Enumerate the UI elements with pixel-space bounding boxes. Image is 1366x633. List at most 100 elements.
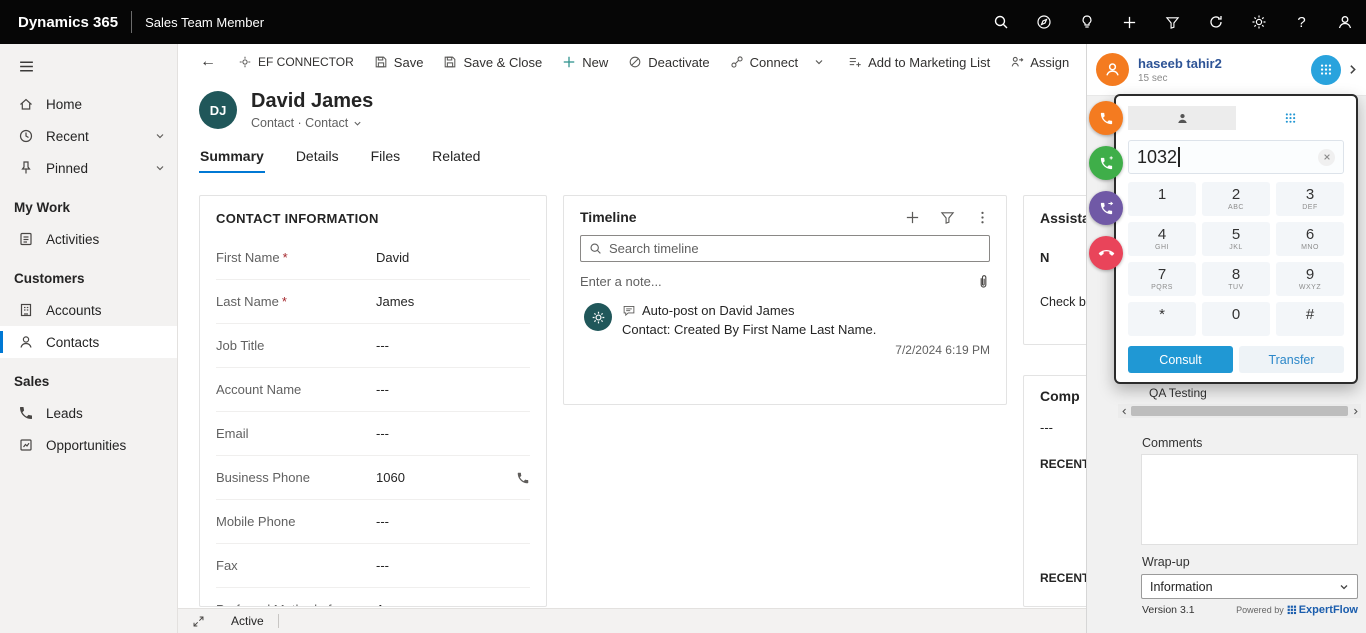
field-preferred-method[interactable]: Preferred Method of Any	[216, 588, 530, 607]
field-value[interactable]: 1060	[376, 470, 405, 485]
tab-details[interactable]: Details	[295, 144, 340, 173]
scroll-left-icon[interactable]	[1118, 408, 1130, 415]
autopost-icon	[622, 304, 636, 317]
scrollbar-thumb[interactable]	[1131, 406, 1348, 416]
tab-related[interactable]: Related	[431, 144, 481, 173]
field-email[interactable]: Email ---	[216, 412, 530, 456]
sidebar-item-opportunities[interactable]: Opportunities	[0, 429, 177, 461]
field-value[interactable]: David	[376, 250, 409, 265]
wrapup-select[interactable]: Information	[1141, 574, 1358, 599]
field-value[interactable]: Any	[376, 602, 398, 607]
field-value[interactable]: ---	[376, 338, 389, 353]
record-form-selector[interactable]: Contact · Contact	[251, 116, 373, 130]
field-value[interactable]: James	[376, 294, 414, 309]
save-and-close-button[interactable]: Save & Close	[433, 48, 552, 76]
field-value[interactable]: ---	[376, 558, 389, 573]
dialpad-toggle-button[interactable]	[1311, 55, 1341, 85]
end-call-button[interactable]	[1089, 236, 1123, 270]
timeline-entry[interactable]: Auto-post on David James Contact: Create…	[584, 303, 990, 357]
assign-button[interactable]: Assign	[1000, 48, 1079, 76]
field-first-name[interactable]: First Name* David	[216, 236, 530, 280]
person-icon[interactable]	[1323, 0, 1366, 44]
connect-button[interactable]: Connect	[720, 48, 808, 76]
tab-files[interactable]: Files	[370, 144, 402, 173]
back-button[interactable]: ←	[188, 48, 228, 76]
new-button[interactable]: New	[552, 48, 618, 76]
dialpad-key-1[interactable]: 1	[1128, 182, 1196, 216]
field-last-name[interactable]: Last Name* James	[216, 280, 530, 324]
scroll-right-icon[interactable]	[1349, 408, 1361, 415]
deactivate-button[interactable]: Deactivate	[618, 48, 719, 76]
sidebar-item-home[interactable]: Home	[0, 88, 177, 120]
add-to-marketing-list-button[interactable]: Add to Marketing List	[838, 48, 1000, 76]
connect-chevron-icon[interactable]	[808, 48, 830, 76]
expand-icon[interactable]	[192, 615, 205, 628]
timeline-entry-title[interactable]: Auto-post on David James	[642, 303, 794, 318]
dialpad-key-star[interactable]: *	[1128, 302, 1196, 336]
dialpad-key-2[interactable]: 2ABC	[1202, 182, 1270, 216]
lightbulb-icon[interactable]	[1065, 0, 1108, 44]
field-business-phone[interactable]: Business Phone 1060	[216, 456, 530, 500]
chevron-right-icon[interactable]	[1347, 64, 1358, 75]
delete-button-truncated[interactable]: D	[1079, 48, 1086, 76]
contacts-tab[interactable]	[1128, 106, 1236, 130]
filter-icon[interactable]	[1151, 0, 1194, 44]
sidebar-item-activities[interactable]: Activities	[0, 223, 177, 255]
comments-textarea[interactable]	[1141, 454, 1358, 545]
sidebar-item-recent[interactable]: Recent	[0, 120, 177, 152]
field-job-title[interactable]: Job Title ---	[216, 324, 530, 368]
transfer-call-button[interactable]	[1089, 191, 1123, 225]
field-value[interactable]: ---	[376, 426, 389, 441]
phone-icon[interactable]	[516, 471, 530, 485]
field-value[interactable]: ---	[376, 382, 389, 397]
tab-summary[interactable]: Summary	[199, 144, 265, 173]
transfer-button[interactable]: Transfer	[1239, 346, 1344, 373]
hold-call-button[interactable]	[1089, 101, 1123, 135]
field-fax[interactable]: Fax ---	[216, 544, 530, 588]
agent-name[interactable]: haseeb tahir2	[1138, 56, 1222, 71]
help-icon[interactable]: ?	[1280, 0, 1323, 44]
area-switcher[interactable]: Sales Team Member	[145, 15, 264, 30]
field-mobile-phone[interactable]: Mobile Phone ---	[216, 500, 530, 544]
dialpad-number-input[interactable]: 1032	[1128, 140, 1344, 174]
field-value[interactable]: ---	[376, 514, 389, 529]
horizontal-scrollbar[interactable]	[1118, 404, 1361, 418]
paperclip-icon[interactable]	[977, 274, 990, 289]
search-icon[interactable]	[979, 0, 1022, 44]
app-title[interactable]: Dynamics 365	[18, 14, 118, 31]
dialpad-key-8[interactable]: 8TUV	[1202, 262, 1270, 296]
gear-icon[interactable]	[1237, 0, 1280, 44]
chevron-down-icon[interactable]	[155, 163, 165, 173]
timeline-add-icon[interactable]	[905, 210, 920, 225]
new-call-button[interactable]	[1089, 146, 1123, 180]
dialpad-key-hash[interactable]: #	[1276, 302, 1344, 336]
dialpad-key-0[interactable]: 0	[1202, 302, 1270, 336]
field-account-name[interactable]: Account Name ---	[216, 368, 530, 412]
timeline-more-icon[interactable]	[975, 210, 990, 225]
timeline-filter-icon[interactable]	[940, 210, 955, 225]
dialpad-key-9[interactable]: 9WXYZ	[1276, 262, 1344, 296]
timeline-search-input[interactable]: Search timeline	[580, 235, 990, 262]
plus-icon[interactable]	[1108, 0, 1151, 44]
timeline-note-input[interactable]: Enter a note...	[580, 274, 990, 289]
dialpad-key-6[interactable]: 6MNO	[1276, 222, 1344, 256]
sidebar-item-contacts[interactable]: Contacts	[0, 326, 177, 358]
dialpad-key-4[interactable]: 4GHI	[1128, 222, 1196, 256]
assistant-card: Assista N Check b	[1023, 195, 1086, 345]
sidebar-item-leads[interactable]: Leads	[0, 397, 177, 429]
sidebar-item-pinned[interactable]: Pinned	[0, 152, 177, 184]
keypad-tab[interactable]	[1236, 106, 1344, 130]
clear-input-icon[interactable]	[1318, 149, 1335, 166]
dialpad-key-5[interactable]: 5JKL	[1202, 222, 1270, 256]
field-label: Mobile Phone	[216, 514, 376, 529]
sidebar-item-accounts[interactable]: Accounts	[0, 294, 177, 326]
chevron-down-icon[interactable]	[155, 131, 165, 141]
consult-button[interactable]: Consult	[1128, 346, 1233, 373]
save-button[interactable]: Save	[364, 48, 434, 76]
sync-icon[interactable]	[1194, 0, 1237, 44]
hamburger-menu-icon[interactable]	[0, 44, 177, 88]
compass-icon[interactable]	[1022, 0, 1065, 44]
dialpad-key-7[interactable]: 7PQRS	[1128, 262, 1196, 296]
dialpad-key-3[interactable]: 3DEF	[1276, 182, 1344, 216]
ef-connector-button[interactable]: EF CONNECTOR	[228, 48, 364, 76]
